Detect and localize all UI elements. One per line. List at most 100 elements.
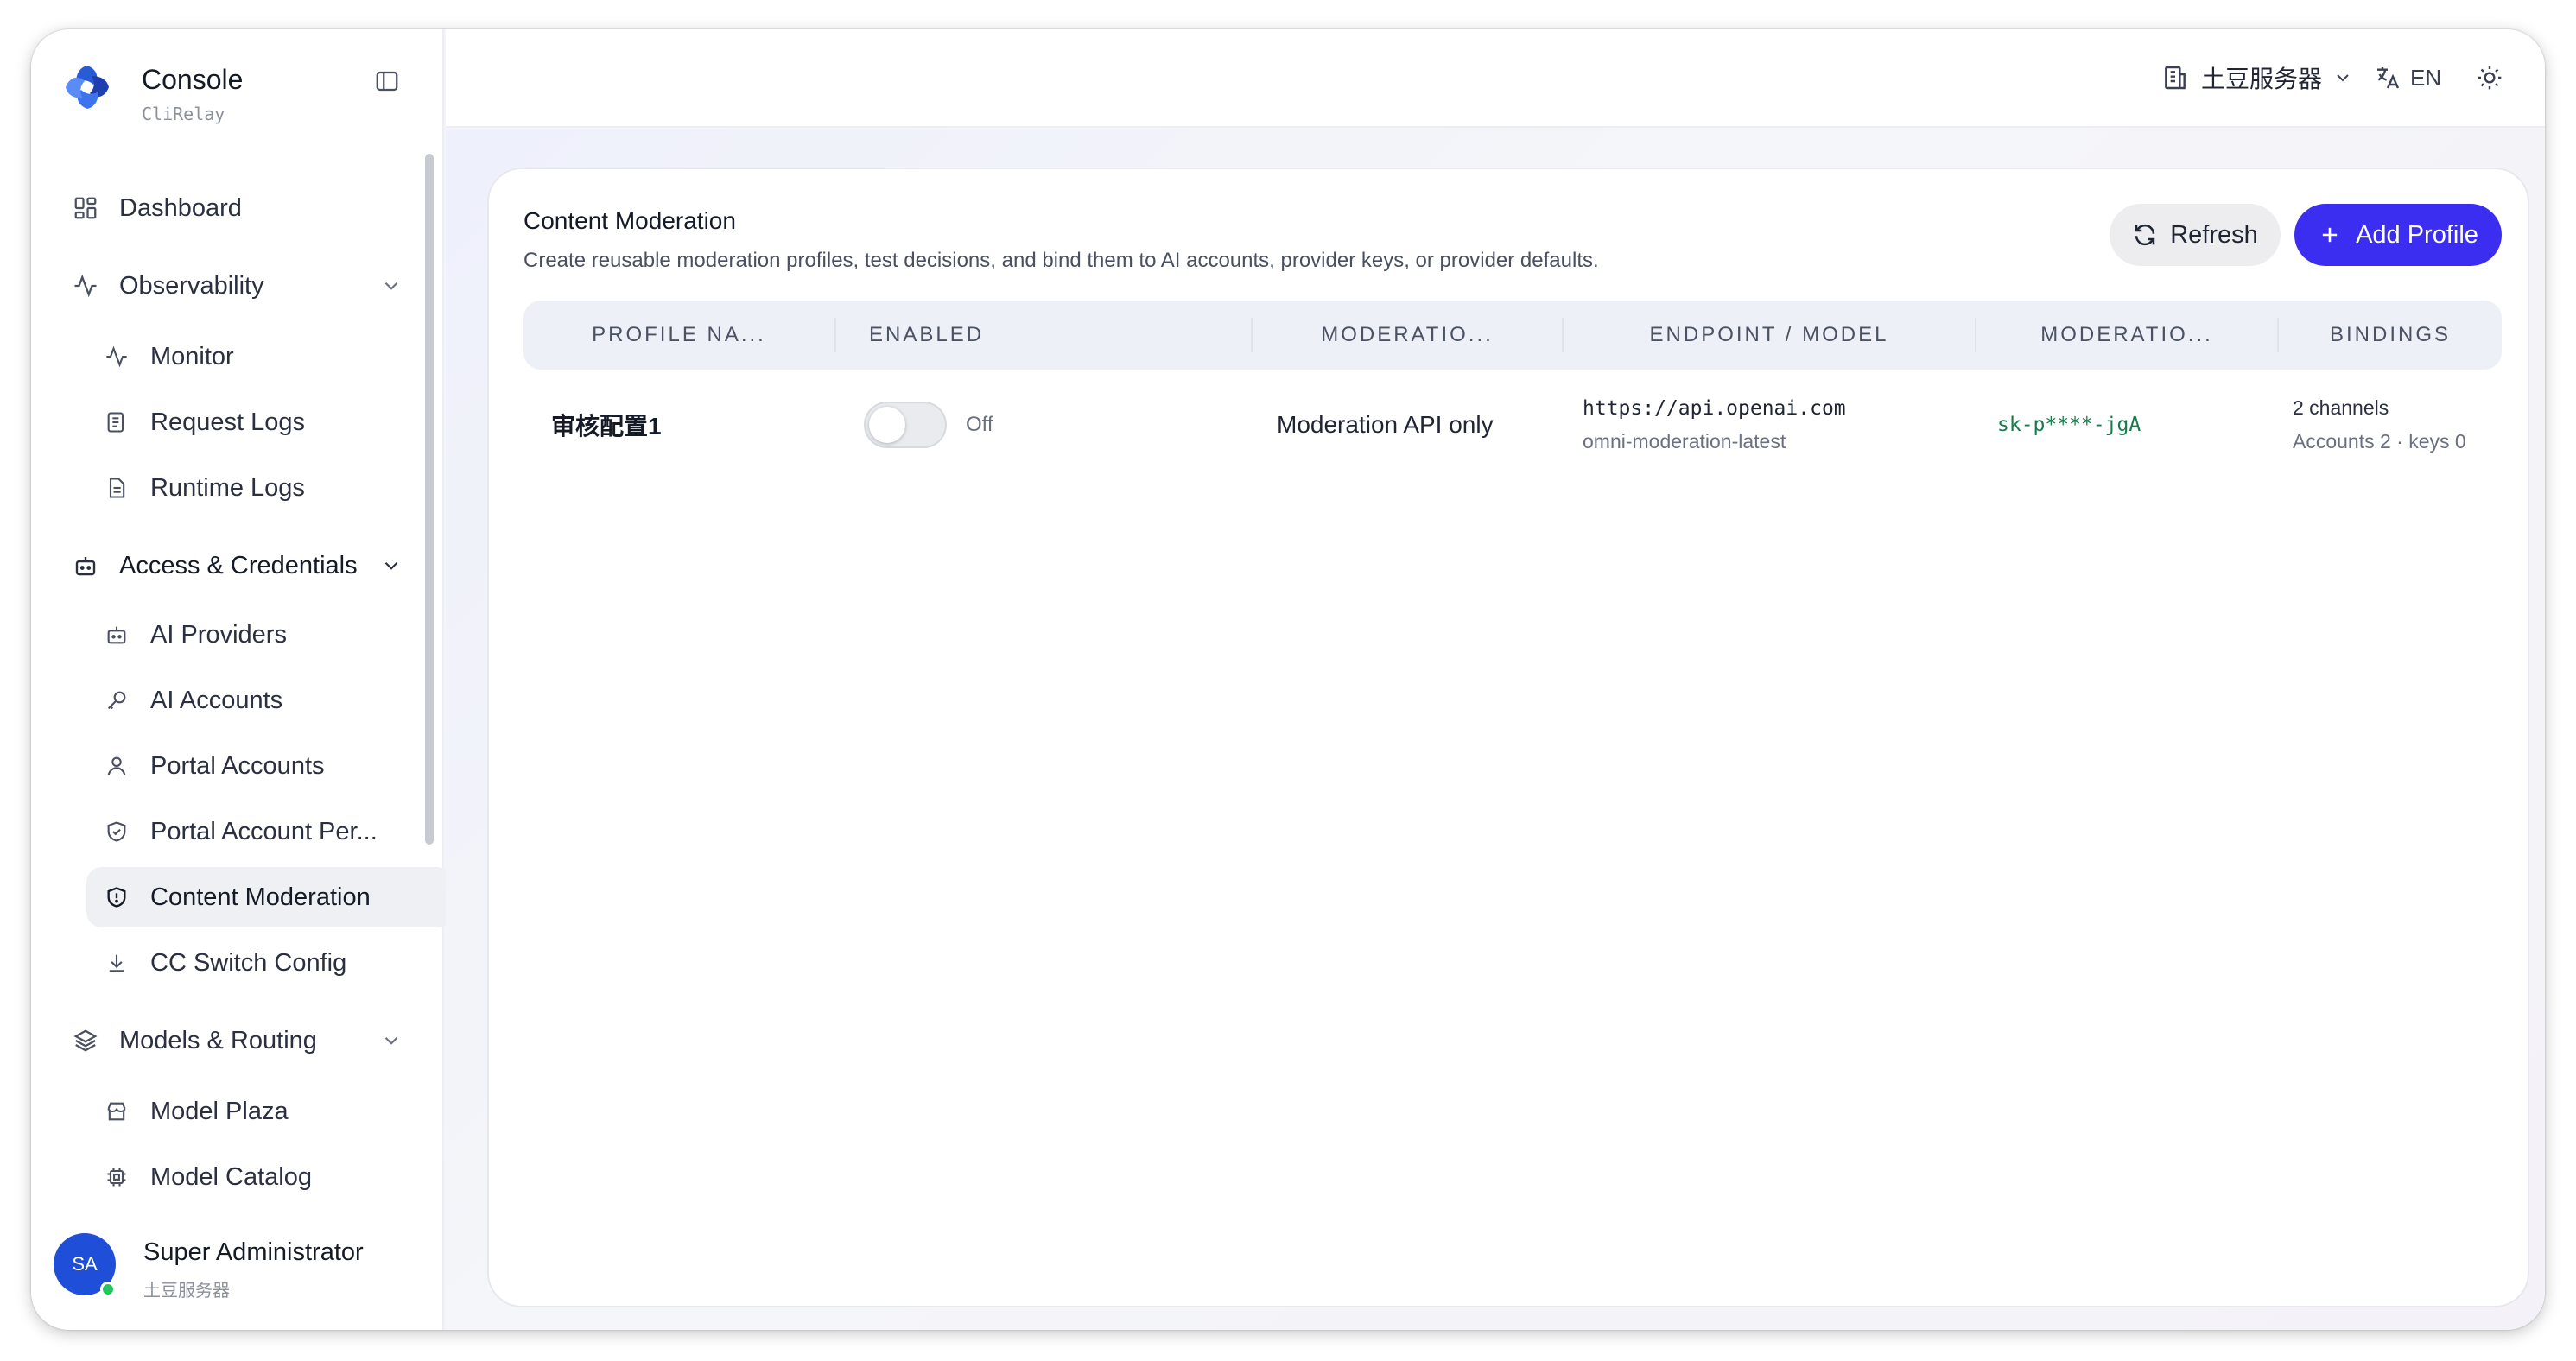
column-header-moderation-mode[interactable]: MODERATIO... — [1253, 301, 1562, 370]
sidebar-item-ai-providers[interactable]: AI Providers — [86, 605, 453, 665]
sidebar-item-content-moderation[interactable]: Content Moderation — [86, 867, 453, 927]
sidebar-item-label: AI Accounts — [150, 686, 283, 714]
endpoint-model-cell: https://api.openai.com omni-moderation-l… — [1583, 383, 1963, 466]
bindings-detail: Accounts 2 · keys 0 — [2293, 430, 2466, 453]
user-name: Super Administrator — [143, 1238, 364, 1266]
masked-api-key: sk-p****-jgA — [1997, 414, 2141, 436]
download-icon — [102, 948, 131, 978]
add-profile-button[interactable]: Add Profile — [2294, 204, 2502, 266]
chevron-down-icon — [384, 282, 398, 290]
plus-icon — [2322, 227, 2338, 243]
sidebar-panel-icon — [376, 71, 398, 92]
online-status-dot — [100, 1282, 116, 1297]
request-logs-icon — [102, 408, 131, 437]
brand-subtitle: CliRelay — [142, 104, 225, 124]
model-name: omni-moderation-latest — [1583, 429, 1786, 453]
sidebar-item-model-plaza[interactable]: Model Plaza — [86, 1081, 453, 1142]
sidebar-item-label: Observability — [119, 271, 264, 300]
sidebar-item-monitor[interactable]: Monitor — [86, 326, 453, 387]
sidebar-item-label: Portal Accounts — [150, 751, 325, 780]
sidebar-group-models-routing[interactable]: Models & Routing — [71, 1010, 434, 1071]
enabled-status: Off — [966, 413, 993, 436]
user-icon — [102, 751, 131, 781]
table-row[interactable]: 审核配置1 Off Moderation API only https://ap… — [523, 383, 2502, 466]
app-window: Console CliRelay Dashboard Observability — [31, 29, 2545, 1330]
top-header: 土豆服务器 EN — [446, 29, 2545, 128]
bot-icon — [71, 551, 100, 580]
sidebar-group-access-credentials[interactable]: Access & Credentials — [71, 535, 434, 596]
sidebar-item-model-catalog[interactable]: Model Catalog — [86, 1147, 453, 1207]
sidebar-item-label: Runtime Logs — [150, 473, 305, 502]
brand-title: Console — [142, 64, 244, 95]
sidebar-item-label: Model Plaza — [150, 1097, 289, 1125]
profile-name-cell: 审核配置1 — [551, 383, 828, 466]
sidebar-item-label: Request Logs — [150, 408, 305, 436]
sidebar-item-runtime-logs[interactable]: Runtime Logs — [86, 458, 453, 518]
sidebar-item-label: AI Providers — [150, 620, 287, 649]
language-label: EN — [2410, 64, 2442, 91]
server-switcher[interactable]: 土豆服务器 — [2161, 57, 2353, 98]
layers-icon — [71, 1026, 100, 1055]
chevron-down-icon — [384, 1036, 398, 1045]
chevron-down-icon — [384, 561, 398, 570]
sidebar-group-observability[interactable]: Observability — [71, 256, 434, 316]
sidebar-item-label: Content Moderation — [150, 883, 371, 911]
column-header-bindings[interactable]: BINDINGS — [2279, 301, 2502, 370]
activity-icon — [71, 271, 100, 301]
sidebar-item-portal-accounts[interactable]: Portal Accounts — [86, 736, 453, 796]
sidebar-item-label: Model Catalog — [150, 1162, 312, 1191]
column-header-profile-name[interactable]: PROFILE NA... — [523, 301, 834, 370]
sidebar-item-ai-accounts[interactable]: AI Accounts — [86, 670, 453, 731]
bindings-cell: 2 channels Accounts 2 · keys 0 — [2293, 383, 2502, 466]
profile-name: 审核配置1 — [551, 413, 662, 440]
sidebar-item-label: Monitor — [150, 342, 234, 370]
enabled-cell: Off — [864, 383, 1227, 466]
chip-icon — [102, 1162, 131, 1192]
column-header-endpoint-model[interactable]: ENDPOINT / MODEL — [1564, 301, 1975, 370]
sidebar-item-label: Portal Account Per... — [150, 817, 378, 845]
sidebar-item-label: Dashboard — [119, 193, 242, 222]
sidebar-item-portal-account-permissions[interactable]: Portal Account Per... — [86, 801, 453, 862]
shield-alert-icon — [102, 883, 131, 912]
user-org: 土豆服务器 — [143, 1282, 230, 1301]
moderation-mode-cell: Moderation API only — [1277, 383, 1553, 466]
activity-icon — [102, 342, 131, 371]
sun-icon — [2478, 66, 2502, 90]
bindings-summary: 2 channels — [2293, 396, 2389, 419]
sidebar-item-label: CC Switch Config — [150, 948, 347, 977]
sidebar-item-label: Models & Routing — [119, 1026, 317, 1054]
refresh-icon — [2135, 224, 2155, 246]
sidebar-item-label: Access & Credentials — [119, 551, 358, 579]
toggle-knob — [869, 407, 905, 443]
moderation-key-cell: sk-p****-jgA — [1997, 383, 2265, 466]
sidebar-item-request-logs[interactable]: Request Logs — [86, 392, 453, 453]
refresh-button[interactable]: Refresh — [2110, 204, 2281, 266]
server-name: 土豆服务器 — [2201, 66, 2323, 92]
table-header: PROFILE NA... ENABLED MODERATIO... ENDPO… — [523, 301, 2502, 370]
theme-toggle-button[interactable] — [2469, 57, 2510, 98]
page-description: Create reusable moderation profiles, tes… — [523, 249, 1599, 272]
shield-check-icon — [102, 817, 131, 846]
key-icon — [102, 686, 131, 715]
store-icon — [102, 1097, 131, 1126]
refresh-label: Refresh — [2170, 220, 2258, 249]
column-header-moderation-key[interactable]: MODERATIO... — [1976, 301, 2277, 370]
bot-icon — [102, 620, 131, 649]
moderation-profiles-table: PROFILE NA... ENABLED MODERATIO... ENDPO… — [523, 301, 2502, 646]
document-icon — [102, 473, 131, 503]
sidebar-toggle-button[interactable] — [370, 64, 404, 98]
sidebar: Console CliRelay Dashboard Observability — [31, 29, 453, 1330]
sidebar-item-cc-switch-config[interactable]: CC Switch Config — [86, 933, 453, 993]
language-switcher[interactable]: EN — [2374, 57, 2441, 98]
add-profile-label: Add Profile — [2356, 220, 2478, 249]
user-profile[interactable]: SA Super Administrator 土豆服务器 — [54, 1226, 434, 1309]
content-moderation-card: Content Moderation Create reusable moder… — [487, 168, 2529, 1307]
translate-icon — [2377, 67, 2400, 89]
enabled-toggle[interactable] — [864, 402, 947, 448]
building-icon — [2165, 66, 2186, 90]
endpoint-url: https://api.openai.com — [1583, 396, 1846, 420]
dashboard-icon — [71, 193, 100, 223]
column-header-enabled[interactable]: ENABLED — [836, 301, 1164, 370]
sidebar-item-dashboard[interactable]: Dashboard — [71, 178, 434, 238]
moderation-mode: Moderation API only — [1277, 411, 1494, 438]
